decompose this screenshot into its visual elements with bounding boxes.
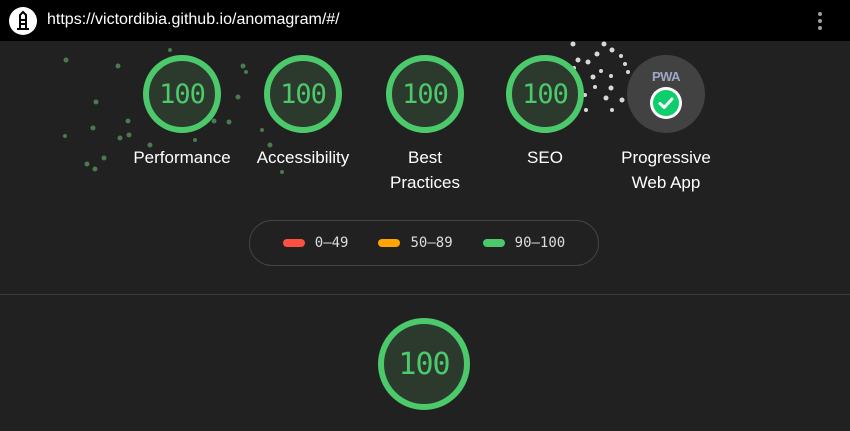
legend-swatch [378, 239, 401, 247]
score-value: 100 [398, 346, 450, 382]
score-ring: 100 [143, 55, 221, 133]
pwa-badge-text: PWA [651, 69, 681, 84]
legend-range: 90–100 [514, 235, 566, 251]
url-text[interactable]: https://victordibia.github.io/anomagram/… [47, 11, 340, 29]
gauge-label-line2: Practices [390, 173, 460, 192]
score-value: 100 [280, 78, 327, 110]
gauge-seo[interactable]: 100 SEO [485, 55, 605, 170]
score-value: 100 [522, 78, 569, 110]
legend-range: 50–89 [410, 235, 453, 251]
score-value: 100 [159, 78, 206, 110]
score-ring: 100 [386, 55, 464, 133]
browser-url-bar[interactable]: https://victordibia.github.io/anomagram/… [0, 0, 850, 41]
gauge-best-practices[interactable]: 100 Best Practices [365, 55, 485, 195]
score-ring: 100 [506, 55, 584, 133]
check-circle-icon [650, 87, 682, 119]
gauge-label: Progressive Web App [596, 145, 736, 195]
legend-item-fail: 0–49 [282, 235, 349, 251]
gauge-label: Accessibility [256, 148, 350, 167]
section-divider [0, 294, 850, 295]
legend-swatch [482, 239, 505, 247]
legend-swatch [282, 239, 305, 247]
gauge-performance[interactable]: 100 Performance [122, 55, 242, 170]
score-value: 100 [402, 78, 449, 110]
score-ring: 100 [264, 55, 342, 133]
lighthouse-icon [9, 7, 37, 35]
gauge-label-line1: Progressive [621, 148, 711, 167]
gauge-label: Performance [133, 148, 231, 167]
more-vert-icon[interactable] [810, 9, 830, 33]
gauge-label-line2: Web App [631, 173, 701, 192]
gauge-pwa[interactable]: PWA Progressive Web App [606, 55, 726, 195]
gauge-label-line1: Best [407, 148, 443, 167]
main-performance-gauge: 100 [378, 318, 470, 410]
legend-item-pass: 90–100 [482, 235, 566, 251]
legend-range: 0–49 [314, 235, 349, 251]
gauge-accessibility[interactable]: 100 Accessibility [243, 55, 363, 170]
legend-item-average: 50–89 [378, 235, 453, 251]
gauge-label: SEO [527, 148, 563, 167]
gauge-label: Best Practices [355, 145, 495, 195]
score-legend: 0–49 50–89 90–100 [249, 220, 599, 266]
pwa-badge: PWA [627, 55, 705, 133]
